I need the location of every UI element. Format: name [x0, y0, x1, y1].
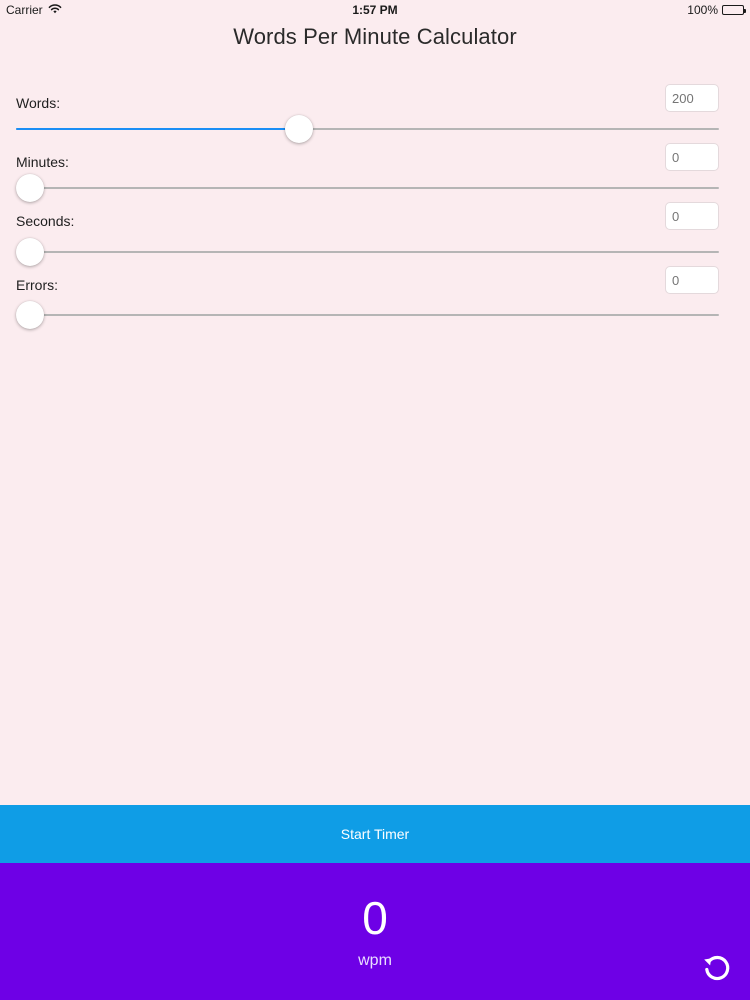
reset-button[interactable] [700, 951, 734, 985]
minutes-field[interactable] [665, 143, 719, 171]
errors-slider[interactable] [16, 301, 719, 329]
page-title: Words Per Minute Calculator [233, 24, 517, 49]
battery-percent: 100% [687, 3, 718, 17]
words-label: Words: [16, 95, 61, 111]
minutes-label: Minutes: [16, 154, 69, 170]
wpm-value: 0 [362, 892, 388, 944]
errors-slider-thumb[interactable] [16, 301, 44, 329]
words-field[interactable] [665, 84, 719, 112]
minutes-slider-thumb[interactable] [16, 174, 44, 202]
words-slider[interactable] [16, 115, 719, 143]
battery-indicator: 100% [687, 3, 746, 17]
words-slider-fill [16, 128, 299, 130]
seconds-slider[interactable] [16, 238, 719, 266]
start-timer-button[interactable]: Start Timer [0, 805, 750, 863]
result-panel: 0 wpm [0, 863, 750, 1000]
start-timer-label: Start Timer [340, 826, 410, 842]
seconds-slider-thumb[interactable] [16, 238, 44, 266]
wpm-unit: wpm [358, 952, 392, 969]
errors-label: Errors: [16, 277, 58, 293]
reset-icon [700, 955, 734, 988]
seconds-field[interactable] [665, 202, 719, 230]
errors-field[interactable] [665, 266, 719, 294]
words-slider-thumb[interactable] [285, 115, 313, 143]
seconds-label: Seconds: [16, 213, 75, 229]
battery-icon [722, 5, 746, 15]
status-bar: Carrier 1:57 PM 100% [0, 0, 750, 20]
minutes-slider[interactable] [16, 174, 719, 202]
status-time: 1:57 PM [352, 3, 398, 17]
